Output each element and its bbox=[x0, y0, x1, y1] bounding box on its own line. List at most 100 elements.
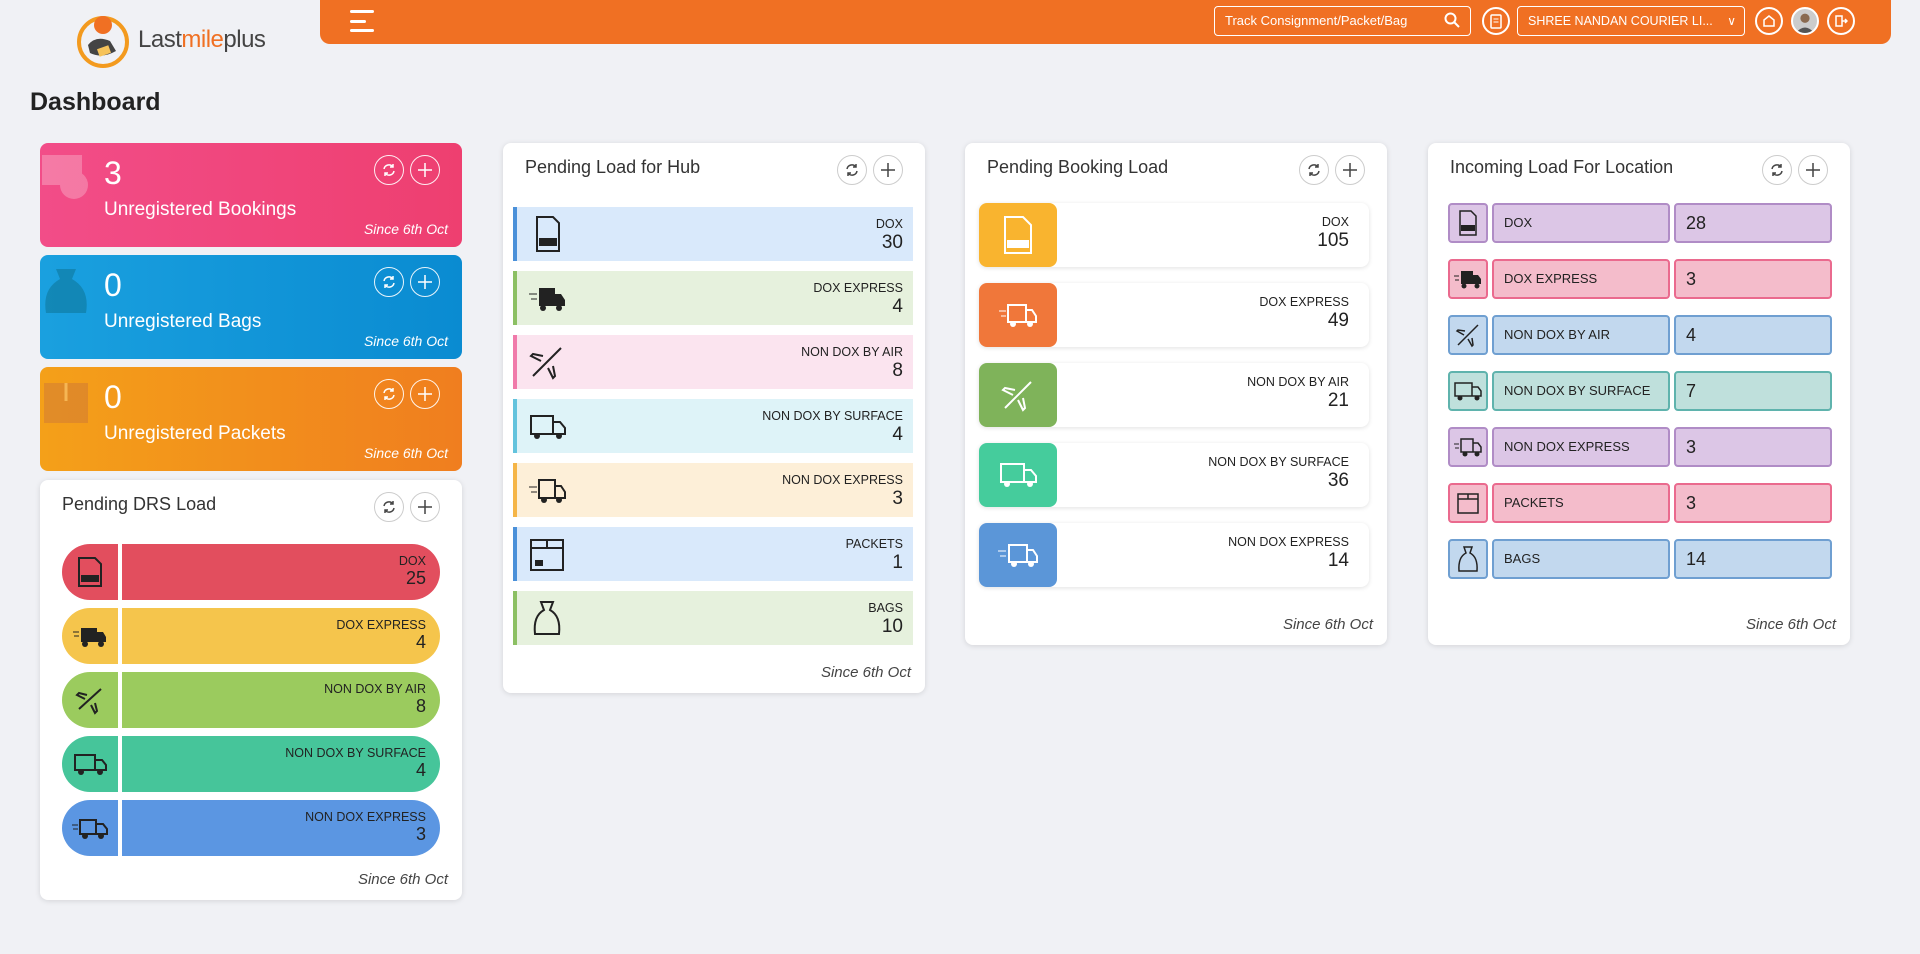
booking-row-dox-express[interactable]: DOX EXPRESS 49 bbox=[979, 283, 1369, 347]
truck-icon bbox=[530, 415, 566, 439]
express-truck-icon bbox=[979, 283, 1057, 347]
stat-value: 0 bbox=[104, 267, 122, 303]
clipboard-icon[interactable] bbox=[1482, 7, 1510, 35]
drs-row-non-dox-by-surface[interactable]: NON DOX BY SURFACE 4 bbox=[62, 736, 440, 792]
truck-icon bbox=[1448, 371, 1488, 411]
document-icon bbox=[62, 544, 118, 600]
row-label: NON DOX EXPRESS bbox=[1228, 535, 1349, 549]
logout-icon[interactable] bbox=[1827, 7, 1855, 35]
branch-icon[interactable] bbox=[1755, 7, 1783, 35]
refresh-icon[interactable] bbox=[1762, 155, 1792, 185]
row-value: 105 bbox=[1317, 230, 1349, 251]
booking-row-non-dox-by-surface[interactable]: NON DOX BY SURFACE 36 bbox=[979, 443, 1369, 507]
hub-row-bags[interactable]: BAGS 10 bbox=[513, 591, 913, 645]
row-value: 30 bbox=[881, 232, 903, 253]
row-label: NON DOX BY SURFACE bbox=[1492, 371, 1670, 411]
logo-text: Lastmileplus bbox=[138, 26, 266, 53]
bag-icon bbox=[1448, 539, 1488, 579]
drs-row-non-dox-by-air[interactable]: NON DOX BY AIR 8 bbox=[62, 672, 440, 728]
express-truck-icon bbox=[62, 608, 118, 664]
move-icon[interactable] bbox=[1798, 155, 1828, 185]
unregistered-bags-card[interactable]: 0 Unregistered Bags Since 6th Oct bbox=[40, 255, 462, 359]
row-label: DOX bbox=[398, 554, 426, 568]
booking-row-dox[interactable]: DOX 105 bbox=[979, 203, 1369, 267]
app-logo[interactable]: Lastmileplus bbox=[74, 8, 266, 72]
hub-row-dox[interactable]: DOX 30 bbox=[513, 207, 913, 261]
refresh-icon[interactable] bbox=[374, 492, 404, 522]
row-value: 4 bbox=[1674, 315, 1832, 355]
hub-row-non-dox-by-surface[interactable]: NON DOX BY SURFACE 4 bbox=[513, 399, 913, 453]
document-icon bbox=[979, 203, 1057, 267]
company-select[interactable]: SHREE NANDAN COURIER LI... ∨ bbox=[1517, 6, 1745, 36]
pending-hub-panel: Pending Load for Hub DOX 30 DOX EXPRESS … bbox=[503, 143, 925, 693]
row-value: 3 bbox=[1674, 427, 1832, 467]
row-label: BAGS bbox=[1492, 539, 1670, 579]
row-value: 25 bbox=[405, 568, 426, 588]
plane-icon bbox=[979, 363, 1057, 427]
row-label: BAGS bbox=[868, 601, 903, 615]
row-label: NON DOX BY AIR bbox=[801, 345, 903, 359]
panel-title: Pending DRS Load bbox=[62, 494, 217, 514]
row-label: NON DOX BY AIR bbox=[324, 682, 426, 696]
track-search-input[interactable]: Track Consignment/Packet/Bag bbox=[1214, 6, 1471, 36]
logo-mark-icon bbox=[74, 11, 132, 69]
search-icon[interactable] bbox=[1443, 11, 1463, 31]
move-icon[interactable] bbox=[1335, 155, 1365, 185]
row-label: DOX bbox=[1321, 215, 1349, 229]
refresh-icon[interactable] bbox=[837, 155, 867, 185]
booking-row-non-dox-express[interactable]: NON DOX EXPRESS 14 bbox=[979, 523, 1369, 587]
speed-truck-icon bbox=[62, 800, 118, 856]
row-value: 4 bbox=[415, 760, 426, 780]
drs-row-non-dox-express[interactable]: NON DOX EXPRESS 3 bbox=[62, 800, 440, 856]
move-icon[interactable] bbox=[410, 267, 440, 297]
panel-title: Incoming Load For Location bbox=[1450, 157, 1674, 177]
hamburger-menu-icon[interactable] bbox=[350, 10, 374, 32]
row-label: NON DOX BY SURFACE bbox=[1208, 455, 1349, 469]
hub-row-non-dox-by-air[interactable]: NON DOX BY AIR 8 bbox=[513, 335, 913, 389]
row-value: 4 bbox=[415, 632, 426, 652]
box-icon bbox=[530, 539, 564, 571]
row-value: 10 bbox=[881, 616, 903, 637]
refresh-icon[interactable] bbox=[374, 379, 404, 409]
drs-row-dox[interactable]: DOX 25 bbox=[62, 544, 440, 600]
speed-truck-icon bbox=[1448, 427, 1488, 467]
avatar[interactable] bbox=[1791, 7, 1819, 35]
row-label: DOX bbox=[875, 217, 903, 231]
move-icon[interactable] bbox=[873, 155, 903, 185]
unregistered-bookings-card[interactable]: 3 Unregistered Bookings Since 6th Oct bbox=[40, 143, 462, 247]
row-label: DOX EXPRESS bbox=[336, 618, 426, 632]
since-label: Since 6th Oct bbox=[363, 445, 448, 461]
refresh-icon[interactable] bbox=[1299, 155, 1329, 185]
move-icon[interactable] bbox=[410, 155, 440, 185]
incoming-load-panel: Incoming Load For Location DOX 28 DOX EX… bbox=[1428, 143, 1850, 645]
panel-title: Pending Load for Hub bbox=[525, 157, 701, 177]
page-title: Dashboard bbox=[30, 88, 161, 116]
since-label: Since 6th Oct bbox=[357, 871, 448, 888]
refresh-icon[interactable] bbox=[374, 155, 404, 185]
row-label: NON DOX EXPRESS bbox=[1492, 427, 1670, 467]
refresh-icon[interactable] bbox=[374, 267, 404, 297]
plane-icon bbox=[62, 672, 118, 728]
row-value: 4 bbox=[892, 296, 903, 317]
row-value: 3 bbox=[1674, 259, 1832, 299]
hub-row-non-dox-express[interactable]: NON DOX EXPRESS 3 bbox=[513, 463, 913, 517]
stat-label: Unregistered Packets bbox=[104, 423, 286, 444]
row-label: DOX bbox=[1492, 203, 1670, 243]
panel-title: Pending Booking Load bbox=[987, 157, 1169, 177]
move-icon[interactable] bbox=[410, 379, 440, 409]
pending-booking-panel: Pending Booking Load DOX 105 DOX EXPRESS… bbox=[965, 143, 1387, 645]
hub-row-packets[interactable]: PACKETS 1 bbox=[513, 527, 913, 581]
drs-row-dox-express[interactable]: DOX EXPRESS 4 bbox=[62, 608, 440, 664]
speed-truck-icon bbox=[529, 479, 566, 503]
stat-value: 3 bbox=[104, 155, 122, 191]
stat-label: Unregistered Bookings bbox=[104, 199, 297, 220]
unregistered-packets-card[interactable]: 0 Unregistered Packets Since 6th Oct bbox=[40, 367, 462, 471]
row-value: 28 bbox=[1674, 203, 1832, 243]
row-label: NON DOX EXPRESS bbox=[305, 810, 426, 824]
since-label: Since 6th Oct bbox=[1282, 616, 1373, 633]
plane-icon bbox=[1448, 315, 1488, 355]
move-icon[interactable] bbox=[410, 492, 440, 522]
booking-row-non-dox-by-air[interactable]: NON DOX BY AIR 21 bbox=[979, 363, 1369, 427]
bag-icon bbox=[533, 601, 561, 635]
hub-row-dox-express[interactable]: DOX EXPRESS 4 bbox=[513, 271, 913, 325]
